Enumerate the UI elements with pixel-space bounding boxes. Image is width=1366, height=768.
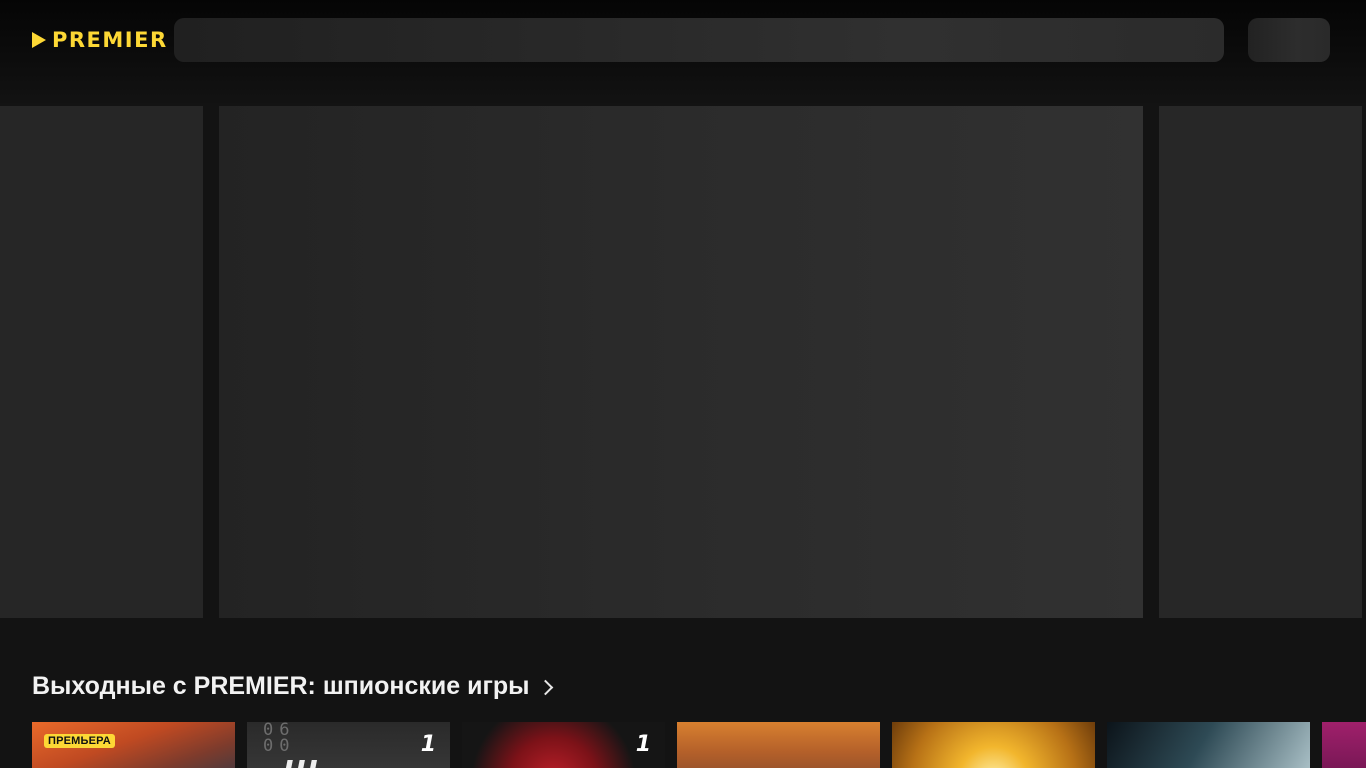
chevron-right-icon xyxy=(537,679,553,695)
search-bar-placeholder[interactable] xyxy=(174,18,1224,62)
content-card[interactable] xyxy=(892,722,1095,768)
content-card[interactable] xyxy=(677,722,880,768)
content-card[interactable]: 06 00 1 Ш xyxy=(247,722,450,768)
carousel-slide-current[interactable] xyxy=(219,106,1143,618)
account-button-placeholder[interactable] xyxy=(1248,18,1330,62)
play-icon xyxy=(32,32,46,48)
premier-logo[interactable]: PREMIER xyxy=(32,26,168,54)
poster-digits: 06 00 xyxy=(263,722,296,756)
carousel-slide-next[interactable] xyxy=(1159,106,1362,618)
content-card[interactable] xyxy=(1107,722,1310,768)
top-header: PREMIER xyxy=(0,0,1366,106)
channel-one-logo-icon: 1 xyxy=(420,732,436,757)
premiere-badge: ПРЕМЬЕРА xyxy=(44,734,115,748)
poster-title-fragment: Ш xyxy=(283,754,320,768)
section-title-link[interactable]: Выходные с PREMIER: шпионские игры xyxy=(32,668,553,704)
section-title: Выходные с PREMIER: шпионские игры xyxy=(32,671,530,700)
content-card[interactable]: 1 xyxy=(462,722,665,768)
channel-one-logo-icon: 1 xyxy=(635,732,651,757)
content-row: ПРЕМЬЕРА 06 00 1 Ш 1 xyxy=(32,722,1366,768)
content-card[interactable]: ПРЕМЬЕРА xyxy=(32,722,235,768)
logo-text: PREMIER xyxy=(52,28,168,52)
carousel-slide-previous[interactable] xyxy=(0,106,203,618)
content-card[interactable] xyxy=(1322,722,1366,768)
